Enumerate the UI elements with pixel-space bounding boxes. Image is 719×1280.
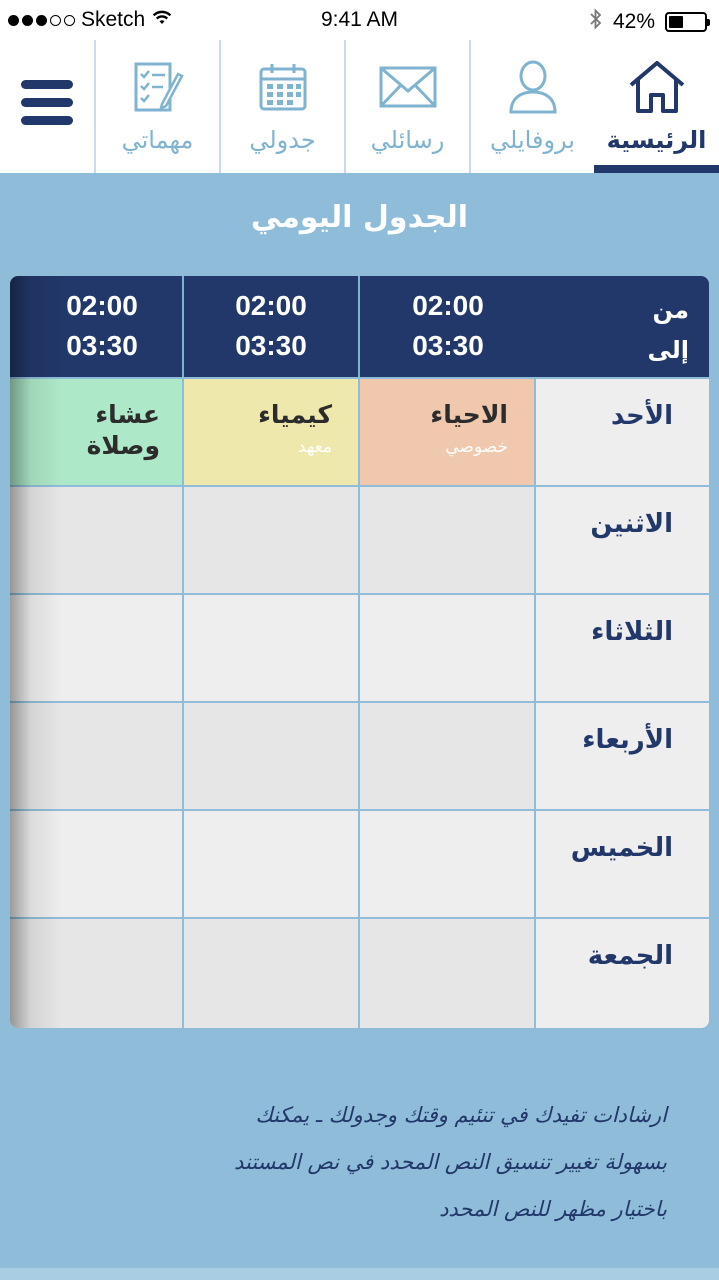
subject-line-1: عشاء: [95, 400, 160, 429]
time-slot-2-from: 02:00: [235, 290, 307, 321]
tab-profile[interactable]: بروفايلي: [469, 40, 594, 173]
schedule-cell-chemistry[interactable]: كيمياء معهد: [182, 377, 358, 485]
schedule-cell-empty[interactable]: [182, 701, 358, 809]
tab-schedule[interactable]: جدولي: [219, 40, 344, 173]
timetable-header: من إلى 02:00 03:30 02:00 03:30 02:00 03:…: [10, 276, 709, 384]
schedule-cell-dinner-prayer[interactable]: عشاء وصلاة: [10, 377, 182, 485]
schedule-cell-empty[interactable]: [182, 593, 358, 701]
footer-line-1: ارشادات تفيدك في تنئيم وقتك وجدولك ـ يمك…: [255, 1103, 667, 1127]
schedule-cell-biology[interactable]: الاحياء خصوصي: [358, 377, 534, 485]
timetable: من إلى 02:00 03:30 02:00 03:30 02:00 03:…: [10, 276, 709, 1028]
tab-home-label: الرئيسية: [606, 126, 707, 154]
table-row-tuesday: الثلاثاء: [10, 593, 709, 701]
status-right-group: 42%: [589, 8, 710, 36]
footer-tips: ارشادات تفيدك في تنئيم وقتك وجدولك ـ يمك…: [67, 1092, 667, 1233]
subject-name: كيمياء: [258, 400, 332, 429]
battery-icon: [665, 12, 710, 32]
subject-line-2: وصلاة: [86, 431, 160, 460]
tab-messages[interactable]: رسائلي: [344, 40, 469, 173]
battery-percent: 42%: [612, 10, 655, 33]
day-cell: الجمعة: [534, 917, 709, 1028]
header-to: إلى: [647, 336, 689, 364]
time-slot-2: 02:00 03:30: [182, 276, 358, 384]
day-cell: الاثنين: [534, 485, 709, 593]
schedule-cell-empty[interactable]: [358, 485, 534, 593]
schedule-cell-empty[interactable]: [358, 701, 534, 809]
subject-note: معهد: [297, 437, 332, 457]
bottom-bar: [0, 1268, 719, 1280]
user-icon: [507, 58, 559, 116]
schedule-cell-empty[interactable]: [10, 917, 182, 1028]
page-title: الجدول اليومي: [250, 200, 469, 235]
home-icon: [627, 58, 687, 116]
schedule-cell-empty[interactable]: [10, 593, 182, 701]
table-row-thursday: الخميس: [10, 809, 709, 917]
day-label: الخميس: [570, 833, 673, 863]
tasks-icon: [132, 58, 184, 116]
table-row-sunday: الأحد الاحياء خصوصي كيمياء معهد عشاء وصل…: [10, 377, 709, 485]
time-slot-2-to: 03:30: [235, 330, 307, 361]
table-row-friday: الجمعة: [10, 917, 709, 1028]
status-bar: Sketch 9:41 AM 42%: [0, 0, 719, 40]
menu-area: [0, 40, 94, 173]
footer-line-2: بسهولة تغيير تنسيق النص المحدد في نص الم…: [233, 1150, 667, 1174]
subject-note: خصوصي: [445, 437, 508, 457]
schedule-cell-empty[interactable]: [358, 593, 534, 701]
schedule-cell-empty[interactable]: [182, 917, 358, 1028]
day-label: الأحد: [610, 401, 673, 431]
day-cell: الأحد: [534, 377, 709, 485]
tab-tasks[interactable]: مهماتي: [94, 40, 219, 173]
table-row-monday: الاثنين: [10, 485, 709, 593]
day-label: الثلاثاء: [591, 617, 673, 647]
schedule-cell-empty[interactable]: [10, 809, 182, 917]
tab-profile-label: بروفايلي: [490, 126, 575, 154]
footer-line-3: باختيار مظهر للنص المحدد: [439, 1197, 667, 1221]
time-slot-1: 02:00 03:30: [358, 276, 536, 384]
header-from-to-label: من إلى: [647, 290, 689, 370]
tab-schedule-label: جدولي: [249, 126, 316, 154]
time-slot-1-to: 03:30: [412, 330, 484, 361]
schedule-cell-empty[interactable]: [182, 809, 358, 917]
day-label: الجمعة: [587, 941, 673, 971]
subject-name: الاحياء: [430, 400, 508, 429]
schedule-cell-empty[interactable]: [10, 485, 182, 593]
day-cell: الأربعاء: [534, 701, 709, 809]
tab-messages-label: رسائلي: [370, 126, 445, 154]
time-slot-3-from: 02:00: [66, 290, 138, 321]
tab-tasks-label: مهماتي: [121, 126, 194, 154]
bluetooth-icon: [589, 8, 603, 36]
day-cell: الثلاثاء: [534, 593, 709, 701]
calendar-icon: [258, 58, 308, 116]
time-slot-3: 02:00 03:30: [10, 276, 182, 384]
schedule-cell-empty[interactable]: [182, 485, 358, 593]
day-label: الاثنين: [590, 509, 673, 539]
envelope-icon: [378, 58, 438, 116]
tab-home[interactable]: الرئيسية: [594, 40, 719, 173]
header-from: من: [652, 296, 689, 324]
top-nav: الرئيسية بروفايلي رسائلي جدولي مهماتي: [0, 40, 719, 173]
table-row-wednesday: الأربعاء: [10, 701, 709, 809]
schedule-cell-empty[interactable]: [10, 701, 182, 809]
time-slot-3-to: 03:30: [66, 330, 138, 361]
hamburger-menu-icon[interactable]: [21, 80, 73, 125]
schedule-cell-empty[interactable]: [358, 809, 534, 917]
subject-name: عشاء وصلاة: [87, 399, 160, 461]
schedule-cell-empty[interactable]: [358, 917, 534, 1028]
day-cell: الخميس: [534, 809, 709, 917]
time-slot-1-from: 02:00: [412, 290, 484, 321]
day-label: الأربعاء: [582, 725, 673, 755]
